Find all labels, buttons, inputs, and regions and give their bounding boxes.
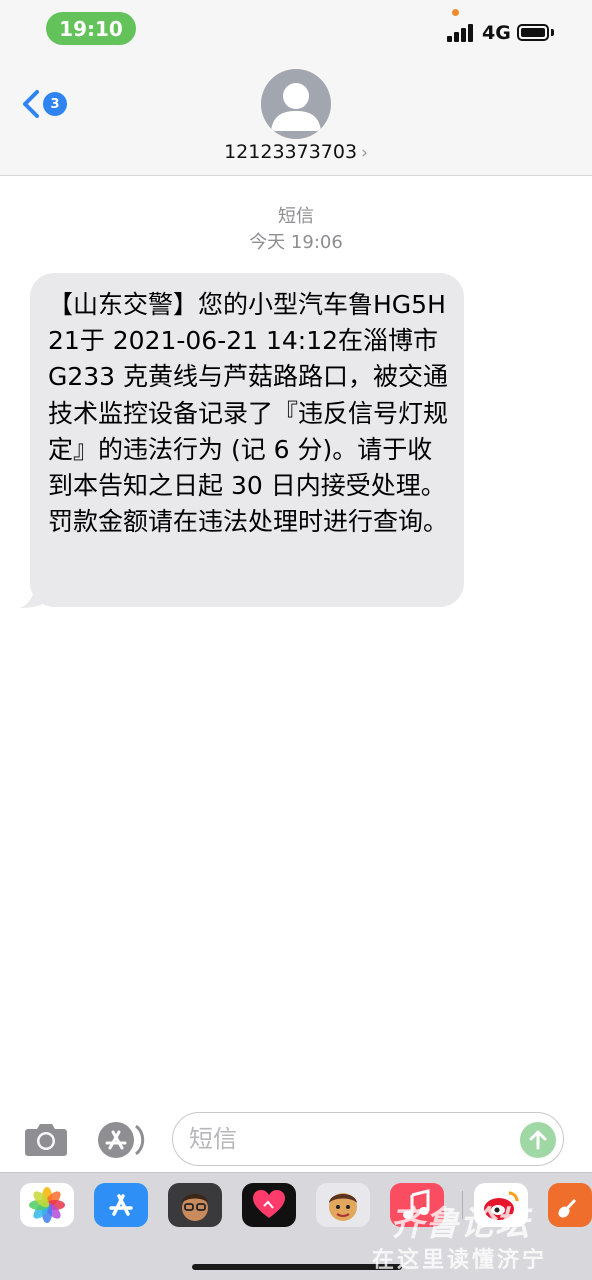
microphone-indicator-dot xyxy=(452,9,459,16)
back-button[interactable]: 3 xyxy=(18,86,74,122)
incoming-message-bubble[interactable]: 【山东交警】您的小型汽车鲁HG5H21于 2021-06-21 14:12在淄博… xyxy=(30,273,464,607)
animoji-icon[interactable] xyxy=(316,1183,370,1227)
memoji-icon[interactable] xyxy=(168,1183,222,1227)
watermark-logo: 齐鲁论坛 xyxy=(390,1204,530,1244)
message-text: 【山东交警】您的小型汽车鲁HG5H21于 2021-06-21 14:12在淄博… xyxy=(48,290,449,537)
contact-avatar[interactable] xyxy=(261,69,331,139)
message-input[interactable] xyxy=(172,1112,564,1166)
message-input-bar xyxy=(0,1104,592,1170)
app-store-icon[interactable] xyxy=(94,1183,148,1227)
home-indicator xyxy=(192,1264,402,1270)
person-icon xyxy=(271,83,321,131)
chevron-right-icon: › xyxy=(361,143,368,163)
conversation-header: 19:10 4G 3 12123373703 › xyxy=(0,0,592,176)
contact-number: 12123373703 xyxy=(224,141,358,163)
message-timestamp: 今天 19:06 xyxy=(249,232,343,253)
app-store-icon[interactable] xyxy=(96,1120,148,1160)
service-label: 短信 xyxy=(278,206,314,227)
conversation-meta: 短信 今天 19:06 xyxy=(0,204,592,256)
camera-icon[interactable] xyxy=(24,1121,68,1157)
network-type: 4G xyxy=(482,22,511,44)
cellular-signal-icon xyxy=(447,24,475,42)
status-time[interactable]: 19:10 xyxy=(46,12,136,45)
battery-icon xyxy=(517,24,549,41)
battery-tip xyxy=(551,29,554,36)
digital-touch-icon[interactable] xyxy=(242,1183,296,1227)
watermark-slogan: 在这里读懂济宁 xyxy=(372,1248,548,1273)
send-button[interactable] xyxy=(520,1122,556,1158)
garageband-icon[interactable] xyxy=(548,1183,592,1227)
unread-count-badge: 3 xyxy=(43,92,67,116)
contact-name-button[interactable]: 12123373703 › xyxy=(0,141,592,163)
send-arrow-icon xyxy=(529,1130,547,1150)
photos-icon[interactable] xyxy=(20,1183,74,1227)
